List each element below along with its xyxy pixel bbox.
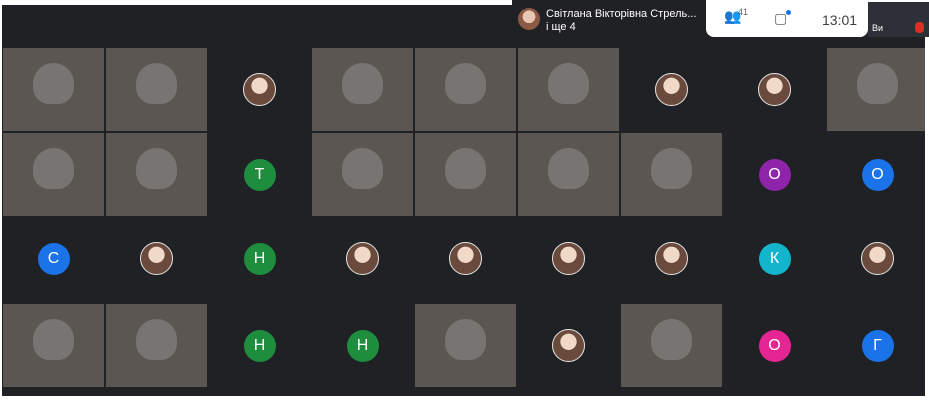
active-speaker-more: і ще 4 bbox=[546, 21, 576, 33]
participant-tile[interactable] bbox=[723, 47, 826, 132]
participant-tile[interactable] bbox=[414, 132, 517, 217]
active-speaker-label: Світлана Вікторівна Стрель... і ще 4 bbox=[546, 8, 696, 34]
participant-tile[interactable] bbox=[208, 47, 311, 132]
mic-off-icon[interactable] bbox=[915, 22, 924, 33]
active-speaker-avatar bbox=[518, 8, 540, 30]
self-view-label: Ви bbox=[872, 23, 884, 33]
participant-tile[interactable] bbox=[2, 303, 105, 388]
participant-tile[interactable]: О bbox=[723, 132, 826, 217]
participant-photo-avatar bbox=[243, 73, 276, 106]
participant-initial-avatar: О bbox=[758, 158, 791, 191]
participant-photo-avatar bbox=[758, 73, 791, 106]
participant-initial-avatar: Г bbox=[861, 329, 894, 362]
participant-tile[interactable]: С bbox=[2, 216, 105, 301]
participant-tile[interactable] bbox=[517, 132, 620, 217]
participant-tile[interactable]: Н bbox=[208, 216, 311, 301]
participant-tile[interactable]: Г bbox=[826, 303, 925, 388]
meeting-time: 13:01 bbox=[822, 12, 858, 28]
participant-photo-avatar bbox=[655, 242, 688, 275]
participant-tile[interactable] bbox=[620, 303, 723, 388]
participant-initial-avatar: Т bbox=[243, 158, 276, 191]
participant-tile[interactable] bbox=[105, 303, 208, 388]
participant-tile[interactable]: К bbox=[723, 216, 826, 301]
active-speaker-name: Світлана Вікторівна Стрель... bbox=[546, 8, 697, 20]
participant-photo-avatar bbox=[655, 73, 688, 106]
participant-initial-avatar: С bbox=[37, 242, 70, 275]
participant-tile[interactable] bbox=[414, 303, 517, 388]
participant-tile[interactable] bbox=[620, 216, 723, 301]
participant-photo-avatar bbox=[552, 242, 585, 275]
participant-tile[interactable] bbox=[620, 47, 723, 132]
participant-tile[interactable] bbox=[414, 47, 517, 132]
participant-tile[interactable]: Н bbox=[311, 303, 414, 388]
participant-tile[interactable] bbox=[311, 132, 414, 217]
participant-tile[interactable] bbox=[826, 47, 925, 132]
participant-tile[interactable] bbox=[414, 216, 517, 301]
video-grid: Т О О С Н К Н Н О Г bbox=[2, 5, 925, 396]
participant-tile[interactable] bbox=[517, 47, 620, 132]
participant-initial-avatar: Н bbox=[346, 329, 379, 362]
participant-tile[interactable] bbox=[105, 47, 208, 132]
participant-tile[interactable]: О bbox=[723, 303, 826, 388]
participant-tile[interactable] bbox=[311, 47, 414, 132]
participant-tile[interactable]: Т bbox=[208, 132, 311, 217]
participant-tile[interactable] bbox=[826, 216, 925, 301]
chat-notification-icon bbox=[786, 10, 791, 15]
participant-tile[interactable] bbox=[2, 132, 105, 217]
participant-photo-avatar bbox=[552, 329, 585, 362]
participant-tile[interactable] bbox=[105, 216, 208, 301]
participant-initial-avatar: О bbox=[758, 329, 791, 362]
participant-tile[interactable] bbox=[311, 216, 414, 301]
participant-photo-avatar bbox=[861, 242, 894, 275]
participant-photo-avatar bbox=[449, 242, 482, 275]
participant-photo-avatar bbox=[346, 242, 379, 275]
participant-tile[interactable] bbox=[620, 132, 723, 217]
participant-tile[interactable]: О bbox=[826, 132, 925, 217]
participant-tile[interactable] bbox=[517, 216, 620, 301]
participant-initial-avatar: О bbox=[861, 158, 894, 191]
participant-initial-avatar: Н bbox=[243, 329, 276, 362]
participant-tile[interactable]: Н bbox=[208, 303, 311, 388]
participant-tile[interactable] bbox=[517, 303, 620, 388]
participant-initial-avatar: К bbox=[758, 242, 791, 275]
participants-count: 41 bbox=[738, 7, 749, 17]
participant-tile[interactable] bbox=[105, 132, 208, 217]
meeting-screenshot: Т О О С Н К Н Н О Г Світлана Вікторівна Стрель...… bbox=[0, 0, 929, 400]
participant-photo-avatar bbox=[140, 242, 173, 275]
participant-tile[interactable] bbox=[2, 47, 105, 132]
participant-initial-avatar: Н bbox=[243, 242, 276, 275]
